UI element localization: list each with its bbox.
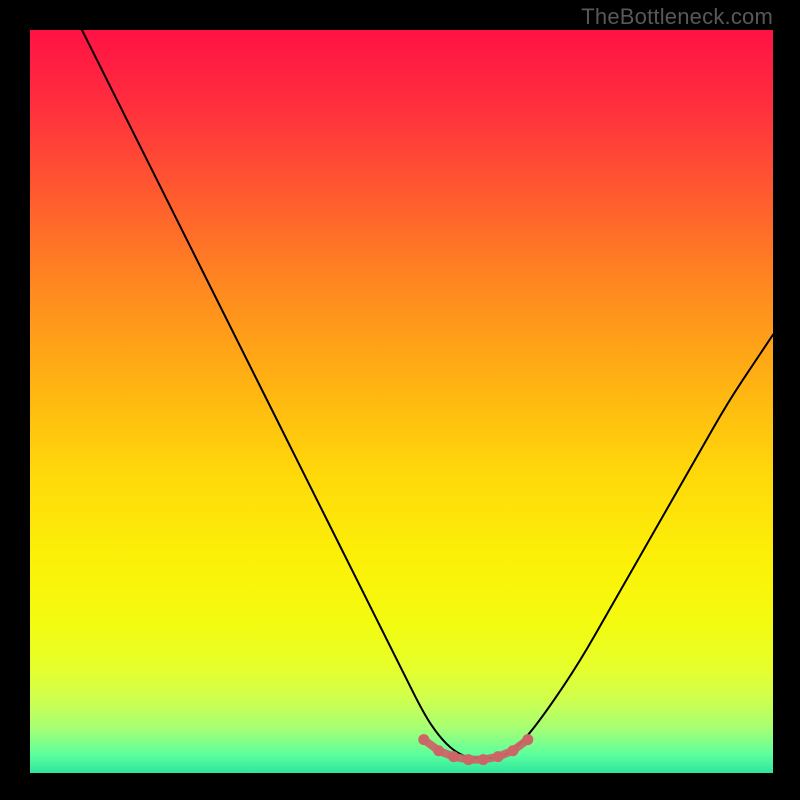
optimal-range-marker xyxy=(418,734,429,745)
optimal-range-marker xyxy=(493,751,504,762)
chart-frame: TheBottleneck.com xyxy=(0,0,800,800)
optimal-range-marker xyxy=(478,754,489,765)
optimal-range-marker xyxy=(522,734,533,745)
optimal-range-marker xyxy=(448,751,459,762)
optimal-range-marker xyxy=(507,745,518,756)
bottleneck-curve xyxy=(82,30,773,758)
optimal-range-marker xyxy=(433,745,444,756)
optimal-range-marker xyxy=(463,754,474,765)
curve-layer xyxy=(30,30,773,773)
plot-area xyxy=(30,30,773,773)
watermark-text: TheBottleneck.com xyxy=(581,4,773,30)
